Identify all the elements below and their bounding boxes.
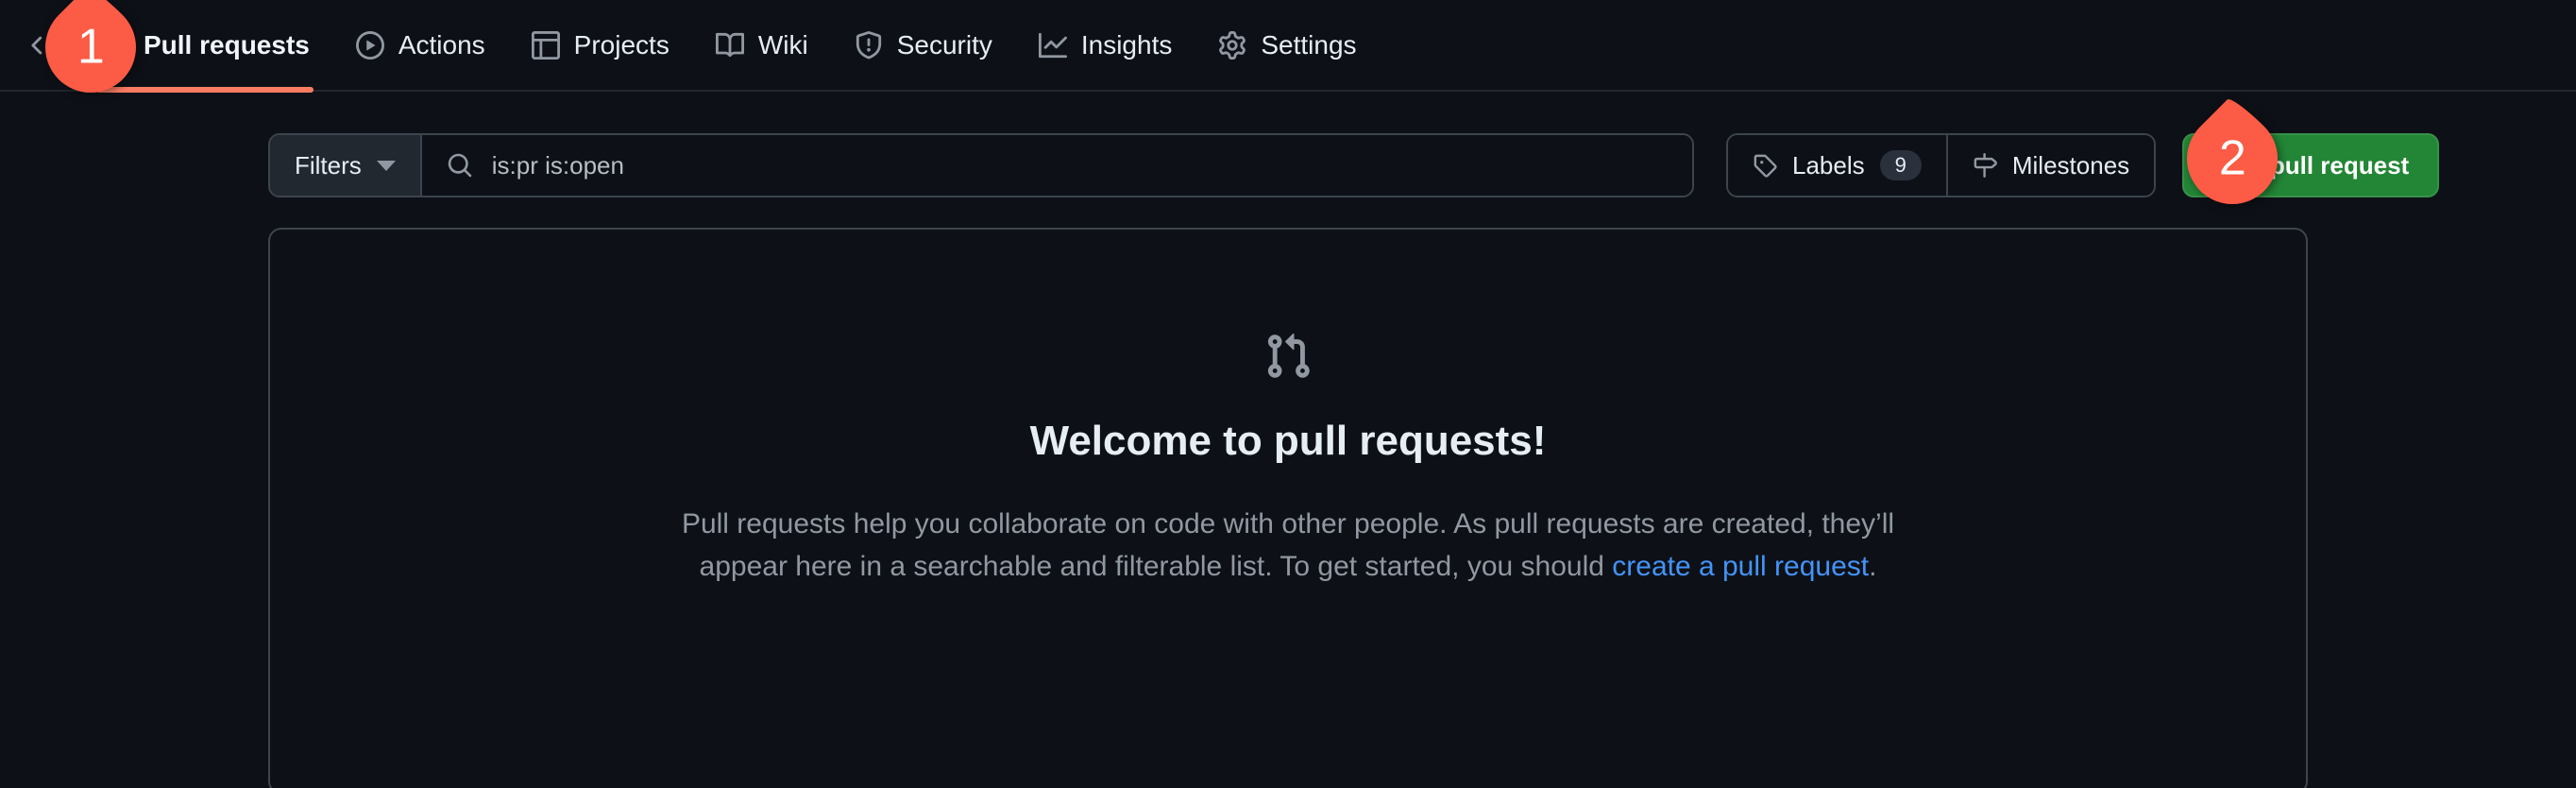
- labels-button[interactable]: Labels 9: [1728, 135, 1946, 196]
- description-text-part2: .: [1869, 551, 1877, 582]
- nav-item-label: Insights: [1080, 29, 1173, 60]
- code-icon: [30, 30, 60, 60]
- chevron-down-icon: [376, 160, 396, 171]
- graph-icon: [1038, 30, 1068, 60]
- new-pull-request-button[interactable]: New pull request: [2182, 133, 2440, 197]
- gear-icon: [1217, 30, 1247, 60]
- pull-requests-panel: Welcome to pull requests! Pull requests …: [268, 228, 2308, 788]
- search-input-value: is:pr is:open: [491, 150, 624, 180]
- nav-item-settings[interactable]: Settings: [1195, 0, 1379, 91]
- nav-item-label: Actions: [398, 29, 485, 60]
- nav-item-wiki[interactable]: Wiki: [692, 0, 831, 91]
- repo-navigation: Pull requests Actions Projects Wiki Secu: [0, 0, 2576, 93]
- milestone-icon: [1973, 153, 1997, 178]
- labels-milestones-group: Labels 9 Milestones: [1726, 133, 2157, 197]
- blank-state-title: Welcome to pull requests!: [1029, 418, 1547, 464]
- book-icon: [715, 30, 745, 60]
- nav-item-insights[interactable]: Insights: [1015, 0, 1195, 91]
- filters-label: Filters: [295, 150, 362, 180]
- play-circle-icon: [355, 30, 385, 60]
- issues-toolbar: Filters is:pr is:open Labels 9 Milestone…: [0, 92, 2576, 203]
- nav-item-label: Projects: [573, 29, 669, 60]
- blank-state-description: Pull requests help you collaborate on co…: [655, 503, 1921, 588]
- milestones-button[interactable]: Milestones: [1945, 135, 2155, 196]
- labels-label: Labels: [1792, 150, 1865, 180]
- github-pull-requests-page: Pull requests Actions Projects Wiki Secu: [0, 0, 2576, 788]
- table-icon: [531, 30, 561, 60]
- nav-item-security[interactable]: Security: [831, 0, 1015, 91]
- new-pull-request-label: New pull request: [2212, 150, 2410, 180]
- git-pull-request-icon: [100, 30, 130, 60]
- nav-item-projects[interactable]: Projects: [508, 0, 692, 91]
- nav-item-code[interactable]: [13, 0, 77, 91]
- milestones-label: Milestones: [2011, 150, 2130, 180]
- nav-item-actions[interactable]: Actions: [332, 0, 508, 91]
- search-input[interactable]: is:pr is:open: [421, 135, 1692, 196]
- tag-icon: [1753, 153, 1777, 178]
- nav-item-label: Pull requests: [144, 29, 310, 60]
- toolbar-right-actions: Labels 9 Milestones New pull request: [1726, 133, 2440, 197]
- search-group: Filters is:pr is:open: [268, 133, 1694, 197]
- blank-state: Welcome to pull requests! Pull requests …: [270, 230, 2306, 588]
- nav-item-label: Wiki: [757, 29, 808, 60]
- nav-item-pull-requests[interactable]: Pull requests: [77, 0, 332, 93]
- create-pull-request-link[interactable]: create a pull request: [1612, 551, 1869, 582]
- nav-item-label: Settings: [1261, 29, 1357, 60]
- shield-alert-icon: [854, 30, 884, 60]
- labels-count-badge: 9: [1879, 150, 1922, 180]
- search-icon: [447, 152, 473, 179]
- filters-dropdown-button[interactable]: Filters: [270, 135, 422, 196]
- nav-item-label: Security: [896, 29, 992, 60]
- git-pull-request-icon: [1263, 332, 1313, 385]
